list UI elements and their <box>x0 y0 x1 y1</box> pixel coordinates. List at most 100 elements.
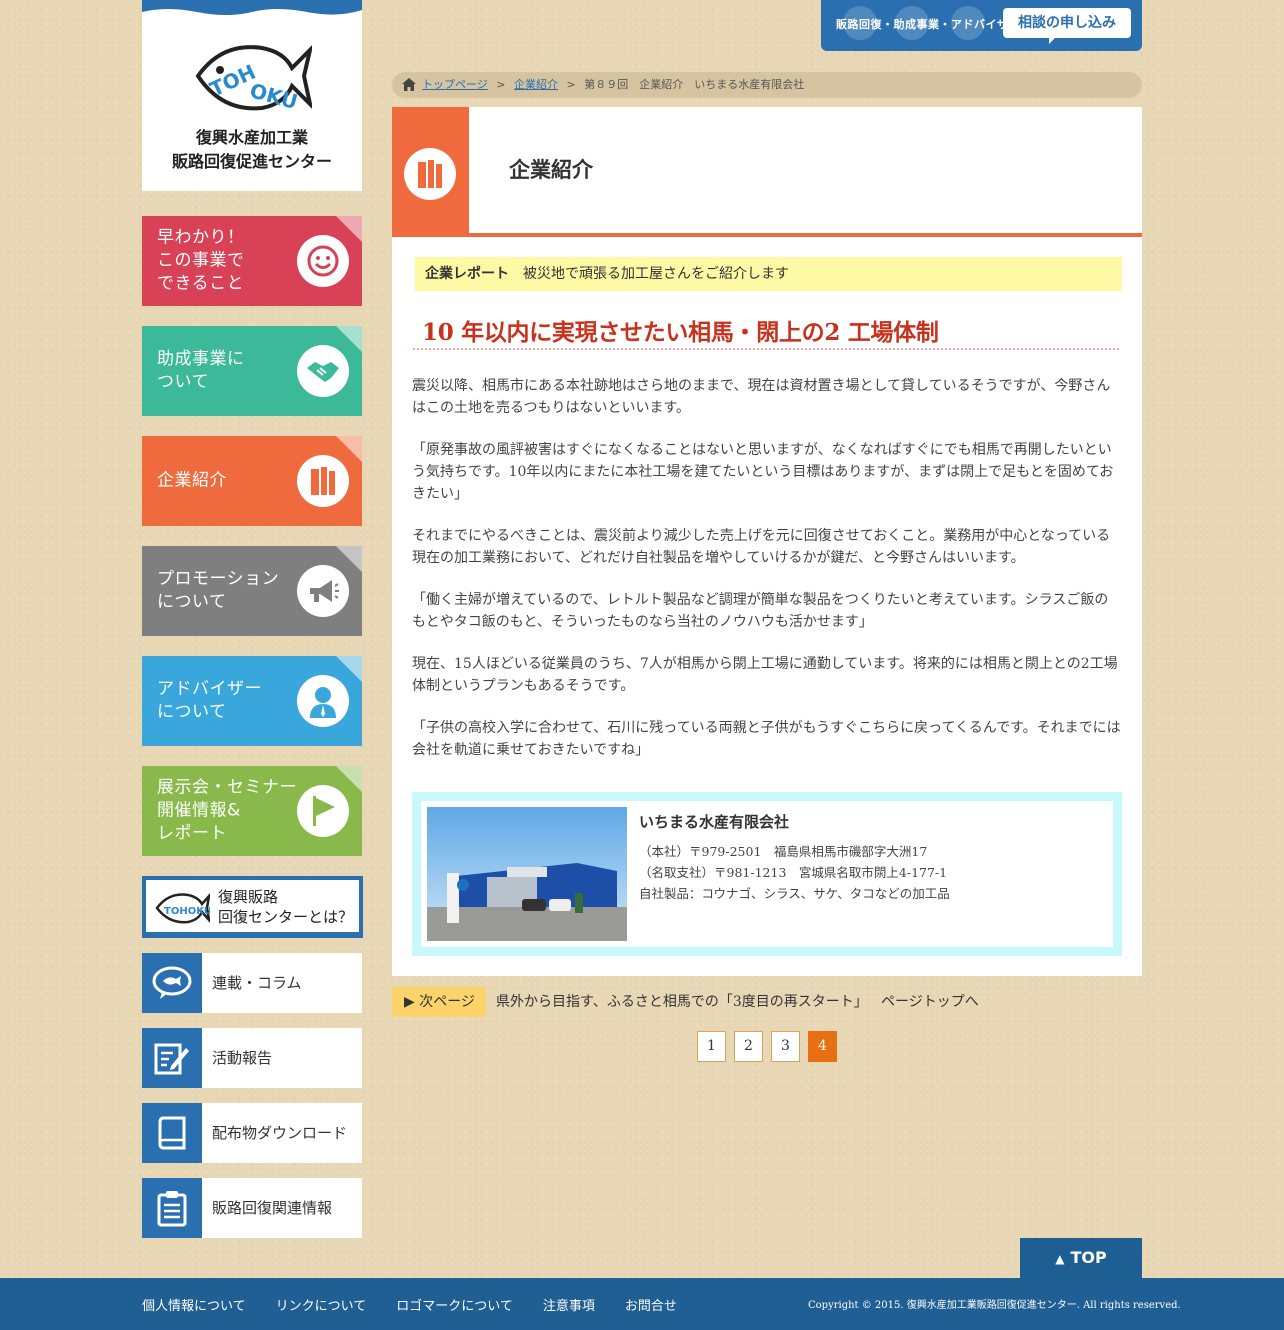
company-info-inner: いちまる水産有限会社 （本社）〒979-2501 福島県相馬市磯部字大洲17 （… <box>421 801 1113 947</box>
page-top-link[interactable]: ページトップへ <box>881 987 979 1017</box>
svg-text:TOHOKU: TOHOKU <box>164 906 210 917</box>
menu-tile-adviser[interactable]: アドバイザー について <box>142 656 362 746</box>
article-paragraph: 震災以降、相馬市にある本社跡地はさら地のままで、現在は資材置き場として貸している… <box>412 378 1111 416</box>
sidebar-link-column[interactable]: 連載・コラム <box>142 953 362 1013</box>
menu-tile-events[interactable]: 展示会・セミナー 開催情報& レポート <box>142 766 362 856</box>
article-body: 震災以降、相馬市にある本社跡地はさら地のままで、現在は資材置き場として貸している… <box>412 375 1122 781</box>
sidebar-link-download[interactable]: 配布物ダウンロード <box>142 1103 362 1163</box>
scroll-top-label: TOP <box>1070 1248 1107 1267</box>
home-icon <box>402 78 416 91</box>
person-icon <box>297 675 349 727</box>
company-branch-address: （名取支社）〒981-1213 宮城県名取市閖上4-177-1 <box>639 865 948 880</box>
footer-link-notice[interactable]: 注意事項 <box>543 1295 595 1314</box>
building-icon <box>297 455 349 507</box>
menu-tile-promotion[interactable]: プロモーション について <box>142 546 362 636</box>
site-logo[interactable]: TOH OKU 復興水産加工業 販路回復促進センター <box>142 0 362 191</box>
menu-tile-label: 企業紹介 <box>157 470 227 491</box>
corner-decoration <box>336 216 362 242</box>
breadcrumb-home-link[interactable]: トップページ <box>422 78 488 91</box>
book-icon <box>142 1103 202 1163</box>
wave-decoration <box>142 0 362 15</box>
article-paragraph: 現在、15人ほどいる従業員のうち、7人が相馬から閖上工場に通勤しています。将来的… <box>412 656 1118 694</box>
header-nav-bar: 販路回復・助成事業・アドバイザー 相談の申し込み <box>821 0 1142 51</box>
footer-link-privacy[interactable]: 個人情報について <box>142 1295 246 1314</box>
company-products: 自社製品：コウナゴ、シラス、サケ、タコなどの加工品 <box>639 886 950 901</box>
breadcrumb-current: 第８９回 企業紹介 いちまる水産有限会社 <box>584 78 805 91</box>
breadcrumb-separator: > <box>496 78 506 91</box>
article-paragraph: 「子供の高校入学に合わせて、石川に残っている両親と子供がもうすぐこちらに戻ってく… <box>412 720 1121 758</box>
page-title: 企業紹介 <box>509 157 593 182</box>
next-page-title-link[interactable]: 県外から目指す、ふるさと相馬での「3度目の再スタート」 <box>496 987 868 1017</box>
pagination-page[interactable]: 3 <box>771 1031 800 1062</box>
scroll-top-button[interactable]: ▲ TOP <box>1020 1238 1142 1278</box>
section-header-block <box>392 107 469 233</box>
footer-link-contact[interactable]: お問合せ <box>625 1295 677 1314</box>
speech-tail <box>1049 36 1057 44</box>
breadcrumb: トップページ > 企業紹介 > 第８９回 企業紹介 いちまる水産有限会社 <box>392 72 1142 98</box>
copyright: Copyright © 2015. 復興水産加工業販路回復促進センター. All… <box>808 1300 1181 1311</box>
sidebar-link-label: 販路回復関連情報 <box>212 1199 333 1217</box>
fish-logo-icon: TOH OKU <box>195 45 312 114</box>
clipboard-icon <box>142 1178 202 1238</box>
about-center-label: 復興販路 回復センターとは？ <box>218 888 354 926</box>
menu-tile-subsidy[interactable]: 助成事業に ついて <box>142 326 362 416</box>
menu-tile-quick-guide[interactable]: 早わかり！ この事業で できること <box>142 216 362 306</box>
section-header: 企業紹介 <box>392 107 1142 237</box>
corner-decoration <box>336 436 362 462</box>
logo-line-2: 販路回復促進センター <box>171 152 332 171</box>
title-underline <box>412 347 1119 351</box>
report-bar: 企業レポート 被災地で頑張る加工屋さんをご紹介します <box>415 257 1122 291</box>
article-paragraph: それまでにやるべきことは、震災前より減少した売上げを元に回復させておくこと。業務… <box>412 528 1111 566</box>
next-page-button[interactable]: ▶ 次ページ <box>392 987 486 1017</box>
consult-button[interactable]: 相談の申し込み <box>1003 8 1131 38</box>
footer-links: 個人情報について リンクについて ロゴマークについて 注意事項 お問合せ <box>142 1278 677 1330</box>
sidebar-link-label: 活動報告 <box>212 1049 273 1067</box>
smile-icon <box>297 235 349 287</box>
logo-line-1: 復興水産加工業 <box>195 128 308 147</box>
menu-tile-company[interactable]: 企業紹介 <box>142 436 362 526</box>
menu-tile-label: 早わかり！ この事業で できること <box>157 227 245 294</box>
fish-logo-icon: TOHOKU <box>155 892 210 924</box>
triangle-up-icon: ▲ <box>1055 1252 1065 1266</box>
menu-tile-label: 展示会・セミナー 開催情報& レポート <box>157 777 297 844</box>
logo-title: 復興水産加工業 販路回復促進センター <box>142 126 362 174</box>
edit-note-icon <box>142 1028 202 1088</box>
article-title: 10 年以内に実現させたい相馬・閖上の2 工場体制 <box>422 319 939 346</box>
pagination-page[interactable]: 1 <box>697 1031 726 1062</box>
header-nav-text[interactable]: 販路回復・助成事業・アドバイザー <box>836 16 1020 32</box>
sidebar-link-activity[interactable]: 活動報告 <box>142 1028 362 1088</box>
company-name: いちまる水産有限会社 <box>639 813 790 831</box>
article-paragraph: 「原発事故の風評被害はすぐになくなることはないと思いますが、なくなればすぐにでも… <box>412 442 1114 502</box>
corner-decoration <box>336 546 362 572</box>
report-text: 被災地で頑張る加工屋さんをご紹介します <box>523 266 789 282</box>
megaphone-icon <box>297 565 349 617</box>
sidebar-link-related-info[interactable]: 販路回復関連情報 <box>142 1178 362 1238</box>
sidebar-link-label: 連載・コラム <box>212 974 302 992</box>
company-details: （本社）〒979-2501 福島県相馬市磯部字大洲17 （名取支社）〒981-1… <box>639 841 950 904</box>
pagination-page-current[interactable]: 4 <box>808 1031 837 1062</box>
fish-speech-icon <box>142 953 202 1013</box>
handshake-icon <box>297 345 349 397</box>
article-content: 企業レポート 被災地で頑張る加工屋さんをご紹介します 10 年以内に実現させたい相… <box>392 237 1142 976</box>
building-icon <box>404 148 456 200</box>
menu-tile-label: プロモーション について <box>157 569 280 612</box>
article-paragraph: 「働く主婦が増えているので、レトルト製品など調理が簡単な製品をつくりたいと考えて… <box>412 592 1109 630</box>
footer-link-logo[interactable]: ロゴマークについて <box>396 1295 513 1314</box>
company-building-photo <box>427 807 627 941</box>
company-hq-address: （本社）〒979-2501 福島県相馬市磯部字大洲17 <box>639 844 928 859</box>
report-label: 企業レポート <box>425 266 509 282</box>
menu-tile-label: 助成事業に ついて <box>157 349 245 392</box>
footer: 個人情報について リンクについて ロゴマークについて 注意事項 お問合せ Cop… <box>0 1278 1284 1330</box>
footer-link-links[interactable]: リンクについて <box>276 1295 367 1314</box>
menu-tile-label: アドバイザー について <box>157 679 262 722</box>
about-center-banner[interactable]: TOHOKU 復興販路 回復センターとは？ <box>142 876 363 938</box>
corner-decoration <box>336 326 362 352</box>
company-info-box: いちまる水産有限会社 （本社）〒979-2501 福島県相馬市磯部字大洲17 （… <box>412 792 1122 956</box>
corner-decoration <box>336 656 362 682</box>
breadcrumb-category-link[interactable]: 企業紹介 <box>514 78 558 91</box>
breadcrumb-separator: > <box>566 78 576 91</box>
pagination-page[interactable]: 2 <box>734 1031 763 1062</box>
flag-icon <box>297 785 349 837</box>
sidebar-link-label: 配布物ダウンロード <box>212 1124 348 1142</box>
corner-decoration <box>336 766 362 792</box>
